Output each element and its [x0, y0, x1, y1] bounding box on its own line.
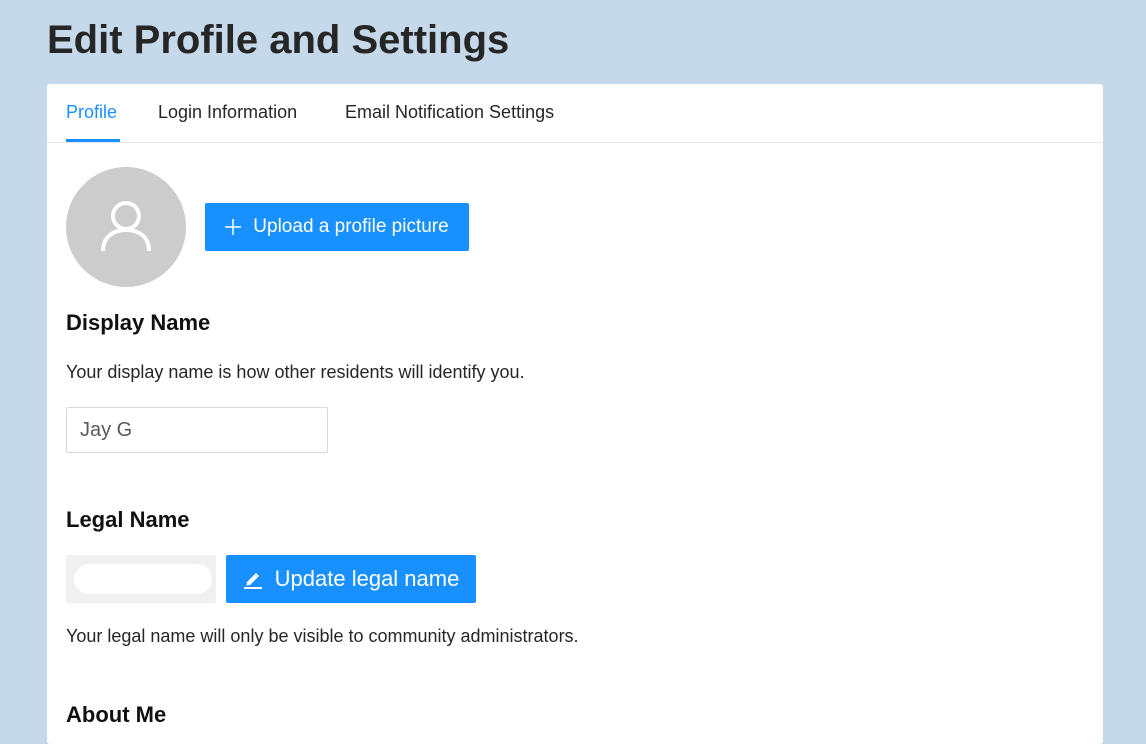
tab-bar: Profile Login Information Email Notifica… [47, 84, 1103, 143]
display-name-heading: Display Name [66, 310, 211, 335]
settings-card: Profile Login Information Email Notifica… [47, 84, 1103, 744]
display-name-help-text: Your display name is how other residents… [66, 362, 525, 382]
plus-icon [225, 219, 242, 235]
tab-profile[interactable]: Profile [66, 101, 117, 123]
upload-profile-picture-button[interactable]: Upload a profile picture [205, 203, 469, 251]
tab-email-notification-settings[interactable]: Email Notification Settings [345, 101, 554, 123]
upload-button-label: Upload a profile picture [253, 216, 449, 237]
active-tab-indicator [66, 139, 120, 142]
edit-icon [243, 569, 263, 589]
user-icon [98, 197, 154, 258]
update-legal-name-label: Update legal name [274, 566, 460, 591]
redacted-legal-name [74, 564, 212, 594]
legal-name-field [66, 555, 216, 603]
about-me-heading: About Me [66, 702, 167, 727]
legal-name-help-text: Your legal name will only be visible to … [66, 626, 579, 646]
legal-name-heading: Legal Name [66, 507, 190, 532]
update-legal-name-button[interactable]: Update legal name [226, 555, 476, 603]
display-name-input[interactable] [66, 407, 328, 453]
tab-login-information[interactable]: Login Information [158, 101, 297, 123]
avatar [66, 167, 186, 287]
page-title: Edit Profile and Settings [47, 18, 510, 62]
